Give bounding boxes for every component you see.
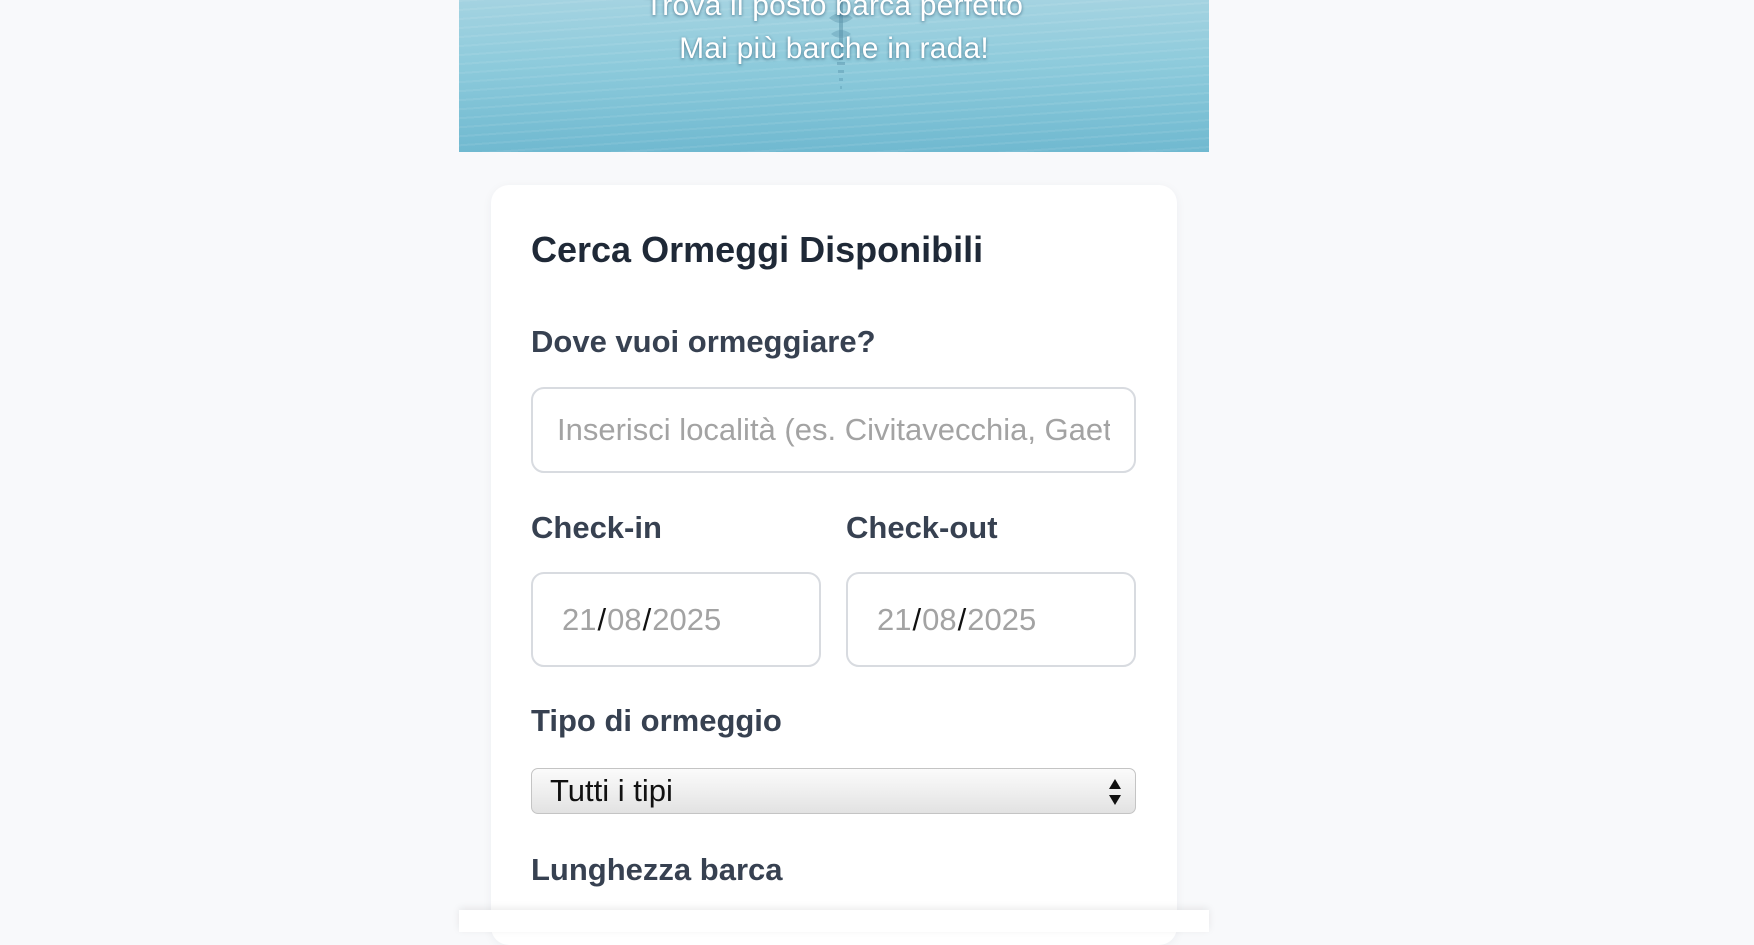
checkout-month[interactable]: 08 <box>922 602 956 638</box>
date-separator: / <box>957 601 967 637</box>
search-card: Cerca Ormeggi Disponibili Dove vuoi orme… <box>491 185 1177 945</box>
location-input[interactable] <box>531 387 1136 473</box>
checkin-label: Check-in <box>531 510 662 545</box>
hero-subtitle: Mai più barche in rada! <box>679 32 989 65</box>
checkout-label: Check-out <box>846 510 998 545</box>
location-label: Dove vuoi ormeggiare? <box>531 324 876 359</box>
search-title: Cerca Ormeggi Disponibili <box>531 229 984 270</box>
date-separator: / <box>597 601 607 637</box>
checkin-day[interactable]: 21 <box>562 602 596 638</box>
hero-tagline: Trova il posto barca perfetto <box>644 0 1024 22</box>
mooring-type-select[interactable]: Tutti i tipi <box>531 768 1136 814</box>
date-separator: / <box>912 601 922 637</box>
checkout-day[interactable]: 21 <box>877 602 911 638</box>
boat-length-label: Lunghezza barca <box>531 852 783 887</box>
checkin-date-input[interactable]: 21 / 08 / 2025 <box>531 572 821 667</box>
mooring-type-value: Tutti i tipi <box>550 773 673 808</box>
checkin-year[interactable]: 2025 <box>652 602 721 638</box>
mooring-type-label: Tipo di ormeggio <box>531 703 782 738</box>
checkin-month[interactable]: 08 <box>607 602 641 638</box>
app-column: Trova il posto barca perfetto Mai più ba… <box>459 0 1209 945</box>
checkout-date-input[interactable]: 21 / 08 / 2025 <box>846 572 1136 667</box>
date-separator: / <box>642 601 652 637</box>
checkout-year[interactable]: 2025 <box>967 602 1036 638</box>
updown-arrows-icon <box>1109 779 1121 805</box>
bottom-navigation-bar <box>459 910 1209 932</box>
hero-banner: Trova il posto barca perfetto Mai più ba… <box>459 0 1209 152</box>
